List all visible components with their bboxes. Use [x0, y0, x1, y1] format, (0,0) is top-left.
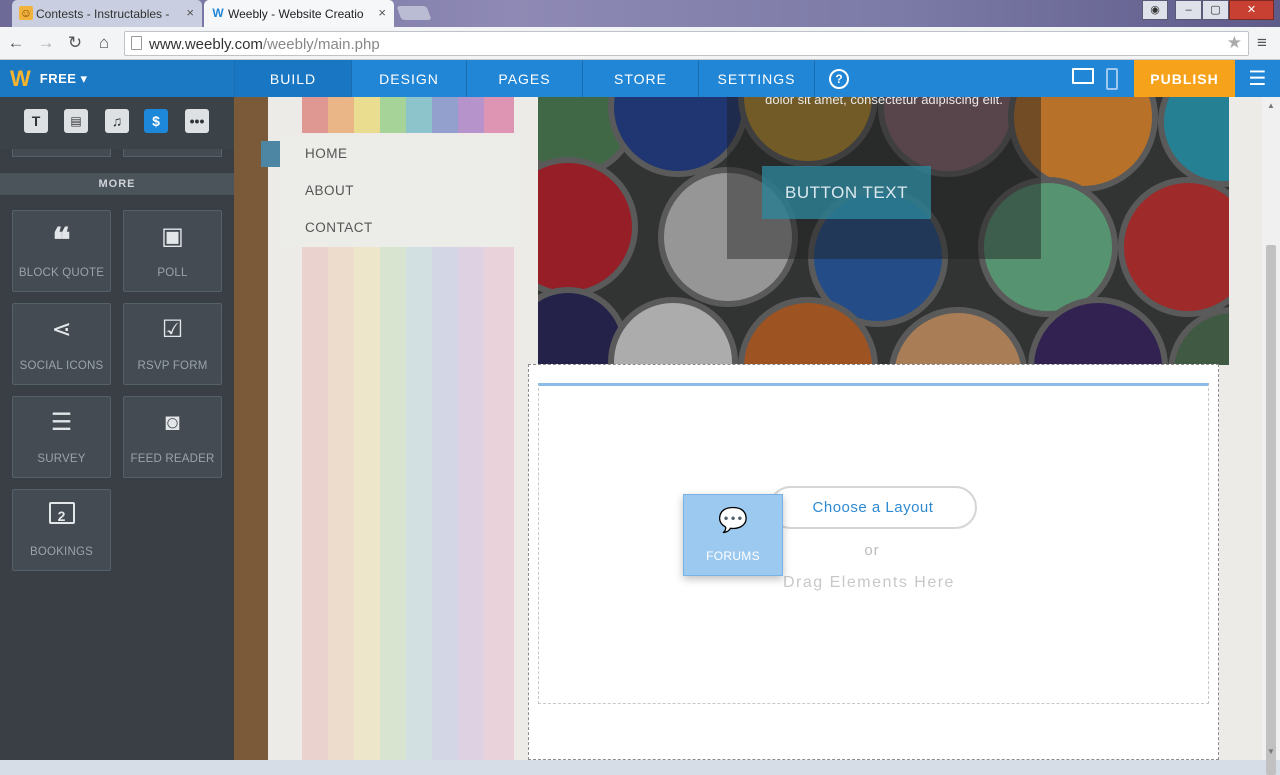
chrome-menu-icon[interactable]: ≡ — [1257, 33, 1267, 53]
publish-button[interactable]: PUBLISH — [1134, 60, 1235, 97]
address-bar[interactable]: www.weebly.com/weebly/main.php ★ — [124, 31, 1249, 56]
element-label: SURVEY — [37, 453, 86, 465]
element-tile-partial — [123, 149, 222, 157]
forums-icon: 💬 — [718, 507, 748, 534]
instructables-favicon-icon: ☺ — [19, 6, 33, 20]
element-label: POLL — [157, 267, 188, 279]
nav-home[interactable]: HOME — [305, 146, 348, 161]
dollar-icon[interactable]: $ — [144, 109, 168, 133]
element-label: BLOCK QUOTE — [18, 267, 105, 279]
reload-icon[interactable]: ↻ — [64, 32, 86, 54]
url-text: www.weebly.com/weebly/main.php — [149, 36, 380, 53]
nav-divider — [814, 60, 815, 97]
bookmark-star-icon[interactable]: ★ — [1227, 33, 1242, 53]
maximize-window-icon[interactable]: ▢ — [1202, 0, 1229, 20]
pencils-decoration — [302, 97, 514, 133]
survey-icon: ☰ — [50, 409, 73, 436]
close-tab-icon[interactable]: × — [378, 5, 386, 20]
element-bookings[interactable]: 2 BOOKINGS — [12, 489, 111, 571]
tab-settings[interactable]: SETTINGS — [698, 60, 814, 97]
weebly-logo-icon: W — [10, 65, 31, 91]
layout-icon[interactable]: ▤ — [64, 109, 88, 133]
element-block-quote[interactable]: ❝ BLOCK QUOTE — [12, 210, 111, 292]
element-category-bar: T ▤ ♫ $ ••• — [0, 97, 234, 149]
browser-tab-bar: ☺ Contests - Instructables - × W Weebly … — [0, 0, 1280, 27]
elements-sidebar: T ▤ ♫ $ ••• MORE ❝ BLOCK QUOTE ▣ POLL ⋖ … — [0, 97, 234, 760]
poll-icon: ▣ — [161, 223, 184, 250]
new-tab-button[interactable] — [396, 6, 432, 20]
nav-contact[interactable]: CONTACT — [305, 220, 373, 235]
element-tile-partial — [12, 149, 111, 157]
element-label: SOCIAL ICONS — [19, 360, 104, 372]
calendar-check-icon: ☑ — [161, 316, 184, 343]
nav-active-marker — [261, 141, 280, 167]
music-icon[interactable]: ♫ — [105, 109, 129, 133]
minimize-window-icon[interactable]: – — [1175, 0, 1202, 20]
home-icon[interactable]: ⌂ — [93, 32, 115, 54]
scroll-down-icon[interactable]: ▼ — [1267, 747, 1275, 756]
calendar-2-icon: 2 — [13, 502, 110, 528]
element-social-icons[interactable]: ⋖ SOCIAL ICONS — [12, 303, 111, 385]
hero-button[interactable]: BUTTON TEXT — [762, 166, 931, 219]
more-section-header: MORE — [0, 173, 234, 195]
browser-tab-contests[interactable]: ☺ Contests - Instructables - × — [12, 0, 202, 27]
or-separator: or — [864, 542, 880, 559]
drag-elements-hint: Drag Elements Here — [783, 574, 955, 591]
weebly-favicon-icon: W — [212, 6, 224, 20]
element-rsvp-form[interactable]: ☑ RSVP FORM — [123, 303, 222, 385]
quote-icon: ❝ — [52, 221, 71, 261]
site-nav: HOME ABOUT CONTACT — [298, 137, 518, 247]
tab-title: Weebly - Website Creatio — [228, 6, 364, 21]
weebly-top-nav: W FREE ▾ BUILD DESIGN PAGES STORE SETTIN… — [0, 60, 1280, 97]
element-feed-reader[interactable]: ◙ FEED READER — [123, 396, 222, 478]
dragging-forums-element[interactable]: 💬 FORUMS — [683, 494, 783, 576]
browser-tab-weebly[interactable]: W Weebly - Website Creatio × — [204, 0, 394, 27]
nav-about[interactable]: ABOUT — [305, 183, 354, 198]
desktop-view-icon[interactable] — [1072, 68, 1094, 84]
choose-layout-button[interactable]: Choose a Layout — [769, 486, 977, 529]
hamburger-menu-icon[interactable]: ☰ — [1235, 60, 1280, 97]
hero-text[interactable]: dolor sit amet, consectetur adipiscing e… — [748, 97, 1020, 108]
element-label: RSVP FORM — [137, 360, 208, 372]
user-profile-icon[interactable]: ◉ — [1142, 0, 1168, 20]
forward-icon[interactable]: → — [35, 32, 57, 54]
element-poll[interactable]: ▣ POLL — [123, 210, 222, 292]
tab-build[interactable]: BUILD — [234, 60, 351, 97]
element-label: FEED READER — [130, 453, 215, 465]
rss-icon: ◙ — [165, 409, 180, 436]
help-icon[interactable]: ? — [829, 69, 849, 89]
tab-pages[interactable]: PAGES — [466, 60, 582, 97]
plan-menu[interactable]: W FREE ▾ — [0, 60, 234, 97]
back-icon[interactable]: ← — [5, 32, 27, 54]
close-tab-icon[interactable]: × — [186, 5, 194, 20]
page-scrollbar[interactable]: ▲ ▼ — [1262, 97, 1280, 775]
text-icon[interactable]: T — [24, 109, 48, 133]
browser-toolbar: ← → ↻ ⌂ www.weebly.com/weebly/main.php ★… — [0, 27, 1280, 60]
element-label: BOOKINGS — [30, 546, 93, 558]
tab-title: Contests - Instructables - — [36, 6, 170, 21]
scroll-up-icon[interactable]: ▲ — [1267, 101, 1275, 110]
element-survey[interactable]: ☰ SURVEY — [12, 396, 111, 478]
mobile-view-icon[interactable] — [1106, 68, 1118, 90]
scrollbar-thumb[interactable] — [1266, 245, 1276, 775]
share-icon: ⋖ — [51, 316, 72, 343]
element-label: FORUMS — [706, 549, 760, 563]
tab-design[interactable]: DESIGN — [351, 60, 466, 97]
page-icon — [131, 36, 142, 50]
close-window-icon[interactable]: ✕ — [1229, 0, 1274, 20]
hero-banner: dolor sit amet, consectetur adipiscing e… — [538, 97, 1229, 365]
pencils-decoration-lower — [302, 247, 514, 760]
plan-label: FREE ▾ — [39, 70, 88, 86]
more-icon[interactable]: ••• — [185, 109, 209, 133]
tab-store[interactable]: STORE — [582, 60, 698, 97]
